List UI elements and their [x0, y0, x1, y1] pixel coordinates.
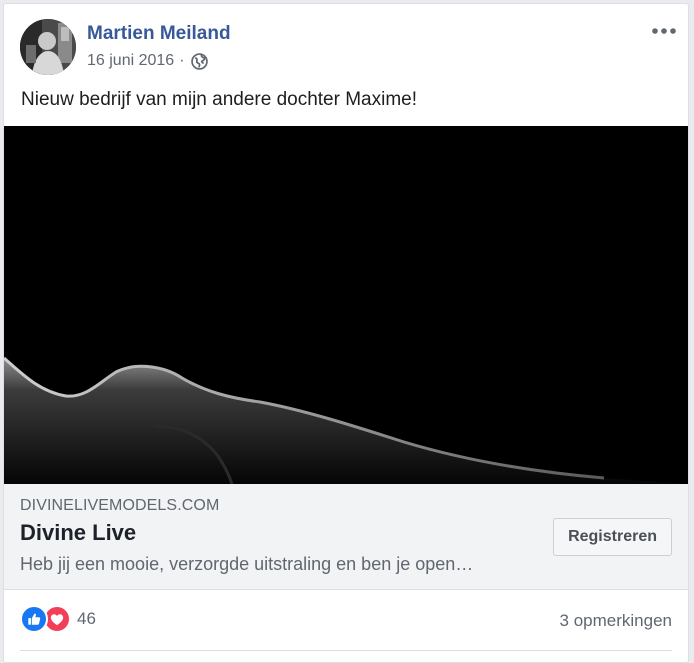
post-card: Martien Meiland 16 juni 2016 · Nieuw bed… — [3, 3, 689, 663]
footer-divider — [20, 650, 672, 651]
comments-count[interactable]: 3 opmerkingen — [560, 611, 672, 631]
like-icon — [20, 605, 48, 633]
post-meta: 16 juni 2016 · — [87, 52, 208, 70]
link-preview-image[interactable] — [4, 126, 688, 484]
link-preview[interactable]: DIVINELIVEMODELS.COM Divine Live Heb jij… — [4, 484, 688, 590]
silhouette-photo — [4, 126, 688, 484]
meta-separator: · — [179, 52, 185, 69]
avatar-photo — [20, 19, 76, 75]
post-text: Nieuw bedrijf van mijn andere dochter Ma… — [21, 89, 418, 110]
register-button[interactable]: Registreren — [553, 518, 672, 556]
reaction-count: 46 — [77, 609, 96, 628]
author-name[interactable]: Martien Meiland — [87, 23, 231, 45]
reactions-summary[interactable]: 46 — [20, 605, 96, 633]
author-avatar[interactable] — [20, 19, 76, 75]
post-date[interactable]: 16 juni 2016 — [87, 52, 174, 70]
link-domain: DIVINELIVEMODELS.COM — [20, 497, 220, 514]
link-title: Divine Live — [20, 520, 137, 545]
more-options-icon[interactable] — [650, 21, 678, 41]
globe-icon[interactable] — [190, 52, 208, 70]
link-description: Heb jij een mooie, verzorgde uitstraling… — [20, 554, 474, 574]
